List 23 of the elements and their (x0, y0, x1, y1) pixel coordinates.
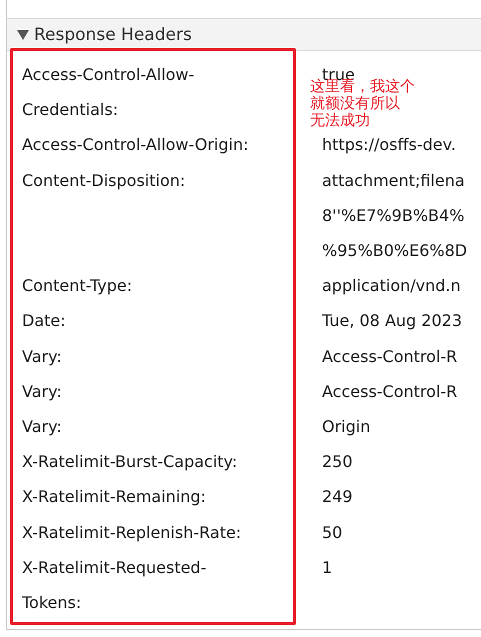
header-value: 250 (322, 452, 353, 472)
header-value: 1 (322, 558, 332, 577)
header-value: https://osffs-dev. (322, 135, 456, 154)
header-name: Content-Disposition: (22, 170, 186, 190)
header-name: Vary: (22, 382, 62, 401)
header-value: application/vnd.n (322, 276, 461, 296)
header-name: Vary: (22, 346, 62, 366)
header-name: Access-Control-Allow- Credentials: (22, 65, 194, 120)
header-value: 249 (322, 487, 353, 506)
header-value: Tue, 08 Aug 2023 (322, 311, 462, 330)
header-name: X-Ratelimit-Requested- Tokens: (22, 558, 206, 612)
header-value: Access-Control-R (322, 346, 458, 366)
header-value: Access-Control-R (322, 382, 458, 401)
header-name: Access-Control-Allow-Origin: (22, 135, 248, 154)
header-name: X-Ratelimit-Replenish-Rate: (22, 522, 242, 542)
header-value: 50 (322, 522, 342, 542)
header-name: Content-Type: (22, 276, 132, 296)
header-name: Vary: (22, 417, 62, 436)
header-name: X-Ratelimit-Remaining: (22, 487, 206, 506)
header-value: Origin (322, 417, 370, 436)
header-name: X-Ratelimit-Burst-Capacity: (22, 452, 238, 472)
caret-icon (17, 30, 29, 40)
header-name: Date: (22, 311, 66, 330)
